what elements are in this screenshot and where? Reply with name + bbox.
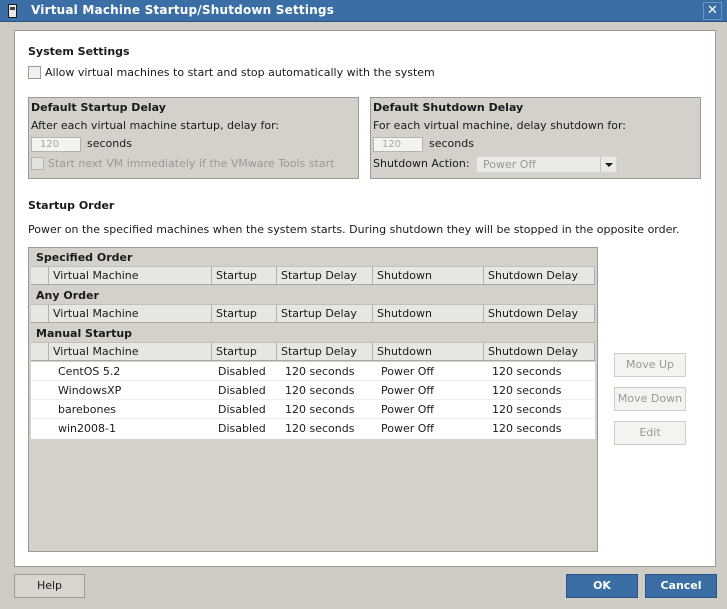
auto-start-checkbox[interactable] (28, 66, 41, 79)
move-up-button[interactable]: Move Up (614, 353, 686, 377)
table-header-manual: Virtual Machine Startup Startup Delay Sh… (31, 342, 595, 361)
header-startup-delay[interactable]: Startup Delay (277, 343, 373, 360)
move-down-button[interactable]: Move Down (614, 387, 686, 411)
title-bar: Virtual Machine Startup/Shutdown Setting… (0, 0, 727, 22)
section-specified-order: Specified Order (36, 251, 133, 264)
cell-shutdown: Power Off (381, 365, 434, 378)
cell-shutdown-delay: 120 seconds (492, 384, 562, 397)
startup-delay-input[interactable]: 120 (31, 137, 81, 152)
cell-vm: WindowsXP (58, 384, 122, 397)
cell-vm: win2008-1 (58, 422, 116, 435)
edit-button[interactable]: Edit (614, 421, 686, 445)
cell-vm: CentOS 5.2 (58, 365, 121, 378)
cell-startup-delay: 120 seconds (285, 365, 355, 378)
table-header-specified: Virtual Machine Startup Startup Delay Sh… (31, 266, 595, 285)
shutdown-delay-input[interactable]: 120 (373, 137, 423, 152)
startup-delay-unit: seconds (87, 137, 132, 150)
header-startup-delay[interactable]: Startup Delay (277, 267, 373, 284)
vm-icon (8, 4, 17, 18)
manual-startup-list: CentOS 5.2 Disabled 120 seconds Power Of… (31, 362, 595, 439)
header-startup[interactable]: Startup (212, 343, 277, 360)
startup-order-table: Specified Order Virtual Machine Startup … (28, 247, 598, 552)
shutdown-action-label: Shutdown Action: (373, 157, 470, 170)
cell-shutdown: Power Off (381, 403, 434, 416)
tools-start-label[interactable]: Start next VM immediately if the VMware … (48, 157, 334, 170)
system-settings-heading: System Settings (28, 45, 130, 58)
header-startup[interactable]: Startup (212, 267, 277, 284)
cell-shutdown-delay: 120 seconds (492, 422, 562, 435)
cell-shutdown: Power Off (381, 422, 434, 435)
table-header-any: Virtual Machine Startup Startup Delay Sh… (31, 304, 595, 323)
header-handle (31, 305, 49, 322)
section-any-order: Any Order (36, 289, 99, 302)
shutdown-delay-unit: seconds (429, 137, 474, 150)
shutdown-action-select[interactable]: Power Off (476, 156, 617, 173)
header-handle (31, 267, 49, 284)
table-row[interactable]: win2008-1 Disabled 120 seconds Power Off… (31, 419, 595, 438)
shutdown-action-value: Power Off (483, 158, 536, 171)
shutdown-delay-heading: Default Shutdown Delay (373, 101, 524, 114)
startup-delay-group: Default Startup Delay After each virtual… (28, 97, 359, 179)
cell-startup-delay: 120 seconds (285, 384, 355, 397)
header-shutdown[interactable]: Shutdown (373, 267, 484, 284)
cell-shutdown-delay: 120 seconds (492, 365, 562, 378)
table-row[interactable]: WindowsXP Disabled 120 seconds Power Off… (31, 381, 595, 400)
cell-startup: Disabled (218, 384, 266, 397)
cell-startup: Disabled (218, 403, 266, 416)
header-shutdown[interactable]: Shutdown (373, 343, 484, 360)
tools-start-checkbox[interactable] (31, 157, 44, 170)
settings-panel: System Settings Allow virtual machines t… (14, 30, 716, 567)
cell-shutdown: Power Off (381, 384, 434, 397)
window-title: Virtual Machine Startup/Shutdown Setting… (31, 3, 335, 17)
startup-order-heading: Startup Order (28, 199, 115, 212)
header-virtual-machine[interactable]: Virtual Machine (49, 343, 212, 360)
cell-shutdown-delay: 120 seconds (492, 403, 562, 416)
startup-delay-description: After each virtual machine startup, dela… (31, 119, 280, 132)
cell-startup-delay: 120 seconds (285, 403, 355, 416)
header-shutdown-delay[interactable]: Shutdown Delay (484, 267, 595, 284)
shutdown-delay-group: Default Shutdown Delay For each virtual … (370, 97, 701, 179)
cancel-button[interactable]: Cancel (645, 574, 717, 598)
startup-delay-heading: Default Startup Delay (31, 101, 166, 114)
header-startup-delay[interactable]: Startup Delay (277, 305, 373, 322)
header-shutdown-delay[interactable]: Shutdown Delay (484, 343, 595, 360)
header-startup[interactable]: Startup (212, 305, 277, 322)
close-button[interactable]: ✕ (703, 2, 722, 20)
table-row[interactable]: barebones Disabled 120 seconds Power Off… (31, 400, 595, 419)
header-virtual-machine[interactable]: Virtual Machine (49, 267, 212, 284)
help-button[interactable]: Help (14, 574, 85, 598)
auto-start-label[interactable]: Allow virtual machines to start and stop… (45, 66, 435, 79)
cell-startup-delay: 120 seconds (285, 422, 355, 435)
startup-order-description: Power on the specified machines when the… (28, 223, 680, 236)
header-shutdown[interactable]: Shutdown (373, 305, 484, 322)
header-shutdown-delay[interactable]: Shutdown Delay (484, 305, 595, 322)
ok-button[interactable]: OK (566, 574, 638, 598)
chevron-down-icon (600, 157, 616, 172)
cell-startup: Disabled (218, 422, 266, 435)
section-manual-startup: Manual Startup (36, 327, 133, 340)
cell-startup: Disabled (218, 365, 266, 378)
header-handle (31, 343, 49, 360)
cell-vm: barebones (58, 403, 116, 416)
header-virtual-machine[interactable]: Virtual Machine (49, 305, 212, 322)
close-icon: ✕ (707, 3, 718, 18)
shutdown-delay-description: For each virtual machine, delay shutdown… (373, 119, 626, 132)
table-row[interactable]: CentOS 5.2 Disabled 120 seconds Power Of… (31, 362, 595, 381)
